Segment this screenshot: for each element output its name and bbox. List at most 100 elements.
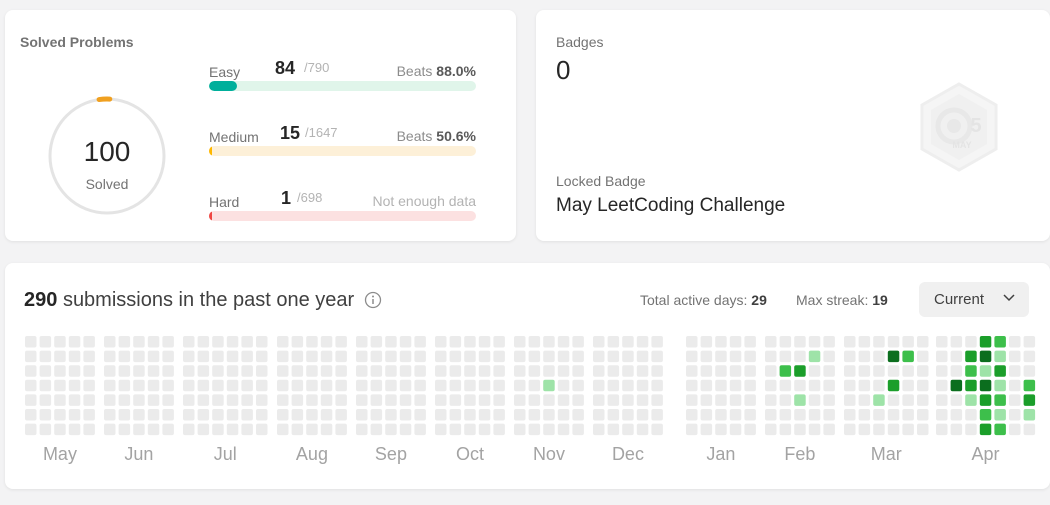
heatmap-cell-active[interactable] xyxy=(887,350,900,363)
heatmap-cell[interactable] xyxy=(873,409,885,421)
heatmap-cell[interactable] xyxy=(651,394,663,406)
heatmap-cell[interactable] xyxy=(528,423,541,436)
heatmap-cell[interactable] xyxy=(729,379,742,392)
heatmap-cell[interactable] xyxy=(844,423,856,436)
heatmap-cell[interactable] xyxy=(147,350,160,363)
heatmap-cell[interactable] xyxy=(950,423,963,436)
heatmap-cell[interactable] xyxy=(291,336,304,348)
heatmap-cell[interactable] xyxy=(83,365,95,377)
heatmap-cell[interactable] xyxy=(572,394,584,406)
heatmap-cell[interactable] xyxy=(779,350,792,363)
heatmap-cell[interactable] xyxy=(414,379,426,392)
heatmap-cell[interactable] xyxy=(212,365,224,377)
heatmap-cell[interactable] xyxy=(873,350,885,363)
heatmap-cell[interactable] xyxy=(478,350,491,363)
heatmap-cell[interactable] xyxy=(493,350,505,363)
heatmap-cell[interactable] xyxy=(493,423,505,436)
heatmap-cell[interactable] xyxy=(729,409,742,421)
heatmap-cell[interactable] xyxy=(118,394,131,406)
heatmap-cell[interactable] xyxy=(399,350,412,363)
heatmap-cell[interactable] xyxy=(385,409,397,421)
heatmap-cell[interactable] xyxy=(557,379,570,392)
heatmap-cell[interactable] xyxy=(212,394,224,406)
heatmap-cell[interactable] xyxy=(306,409,318,421)
heatmap-cell[interactable] xyxy=(320,394,333,406)
heatmap-cell[interactable] xyxy=(256,336,268,348)
heatmap-cell[interactable] xyxy=(162,336,174,348)
heatmap-cell[interactable] xyxy=(700,394,713,406)
heatmap-cell[interactable] xyxy=(68,350,81,363)
heatmap-cell[interactable] xyxy=(356,350,368,363)
heatmap-cell[interactable] xyxy=(1009,423,1021,436)
heatmap-cell[interactable] xyxy=(197,379,210,392)
heatmap-cell[interactable] xyxy=(241,394,253,406)
heatmap-cell[interactable] xyxy=(226,336,239,348)
heatmap-cell[interactable] xyxy=(370,379,383,392)
heatmap-cell[interactable] xyxy=(68,423,81,436)
heatmap-cell[interactable] xyxy=(435,394,447,406)
heatmap-cell[interactable] xyxy=(950,365,963,377)
heatmap-cell[interactable] xyxy=(715,350,727,363)
heatmap-cell[interactable] xyxy=(256,350,268,363)
heatmap-cell[interactable] xyxy=(68,379,81,392)
heatmap-cell[interactable] xyxy=(449,409,462,421)
heatmap-cell[interactable] xyxy=(449,350,462,363)
heatmap-cell[interactable] xyxy=(39,409,52,421)
heatmap-cell[interactable] xyxy=(464,394,476,406)
heatmap-cell[interactable] xyxy=(700,409,713,421)
heatmap-cell[interactable] xyxy=(823,379,835,392)
heatmap-cell[interactable] xyxy=(162,409,174,421)
heatmap-cell[interactable] xyxy=(965,336,977,348)
heatmap-cell[interactable] xyxy=(917,409,929,421)
heatmap-cell[interactable] xyxy=(936,365,948,377)
heatmap-cell[interactable] xyxy=(449,394,462,406)
heatmap-cell[interactable] xyxy=(104,379,116,392)
heatmap-cell[interactable] xyxy=(651,379,663,392)
heatmap-cell[interactable] xyxy=(514,365,526,377)
heatmap-cell[interactable] xyxy=(715,379,727,392)
heatmap-cell[interactable] xyxy=(636,336,649,348)
heatmap-cell[interactable] xyxy=(356,336,368,348)
heatmap-cell[interactable] xyxy=(887,336,900,348)
heatmap-cell[interactable] xyxy=(858,336,871,348)
heatmap-cell[interactable] xyxy=(147,394,160,406)
heatmap-cell-active[interactable] xyxy=(779,365,792,377)
heatmap-cell[interactable] xyxy=(1023,365,1036,377)
heatmap-cell[interactable] xyxy=(902,365,914,377)
heatmap-cell[interactable] xyxy=(256,365,268,377)
heatmap-cell[interactable] xyxy=(104,336,116,348)
heatmap-cell[interactable] xyxy=(385,365,397,377)
heatmap-cell[interactable] xyxy=(557,336,570,348)
heatmap-cell[interactable] xyxy=(385,350,397,363)
heatmap-cell[interactable] xyxy=(823,350,835,363)
heatmap-cell[interactable] xyxy=(700,350,713,363)
heatmap-cell[interactable] xyxy=(39,379,52,392)
heatmap-cell[interactable] xyxy=(917,379,929,392)
heatmap-cell[interactable] xyxy=(779,394,792,406)
heatmap-cell[interactable] xyxy=(765,423,777,436)
heatmap-cell[interactable] xyxy=(197,350,210,363)
heatmap-cell[interactable] xyxy=(887,394,900,406)
heatmap-cell[interactable] xyxy=(335,409,347,421)
heatmap-cell[interactable] xyxy=(844,409,856,421)
heatmap-cell[interactable] xyxy=(1009,409,1021,421)
heatmap-cell[interactable] xyxy=(320,336,333,348)
heatmap-cell[interactable] xyxy=(478,336,491,348)
heatmap-cell[interactable] xyxy=(83,394,95,406)
heatmap-cell[interactable] xyxy=(514,336,526,348)
heatmap-cell[interactable] xyxy=(965,409,977,421)
heatmap-cell-active[interactable] xyxy=(979,350,992,363)
heatmap-cell[interactable] xyxy=(686,409,698,421)
heatmap-cell[interactable] xyxy=(277,350,289,363)
heatmap-cell[interactable] xyxy=(414,394,426,406)
heatmap-cell[interactable] xyxy=(744,394,756,406)
heatmap-cell[interactable] xyxy=(765,409,777,421)
heatmap-cell[interactable] xyxy=(83,409,95,421)
heatmap-cell[interactable] xyxy=(335,336,347,348)
heatmap-cell[interactable] xyxy=(356,409,368,421)
heatmap-cell[interactable] xyxy=(54,423,66,436)
heatmap-cell[interactable] xyxy=(435,350,447,363)
heatmap-cell[interactable] xyxy=(183,379,195,392)
heatmap-cell[interactable] xyxy=(335,394,347,406)
heatmap-cell[interactable] xyxy=(256,394,268,406)
